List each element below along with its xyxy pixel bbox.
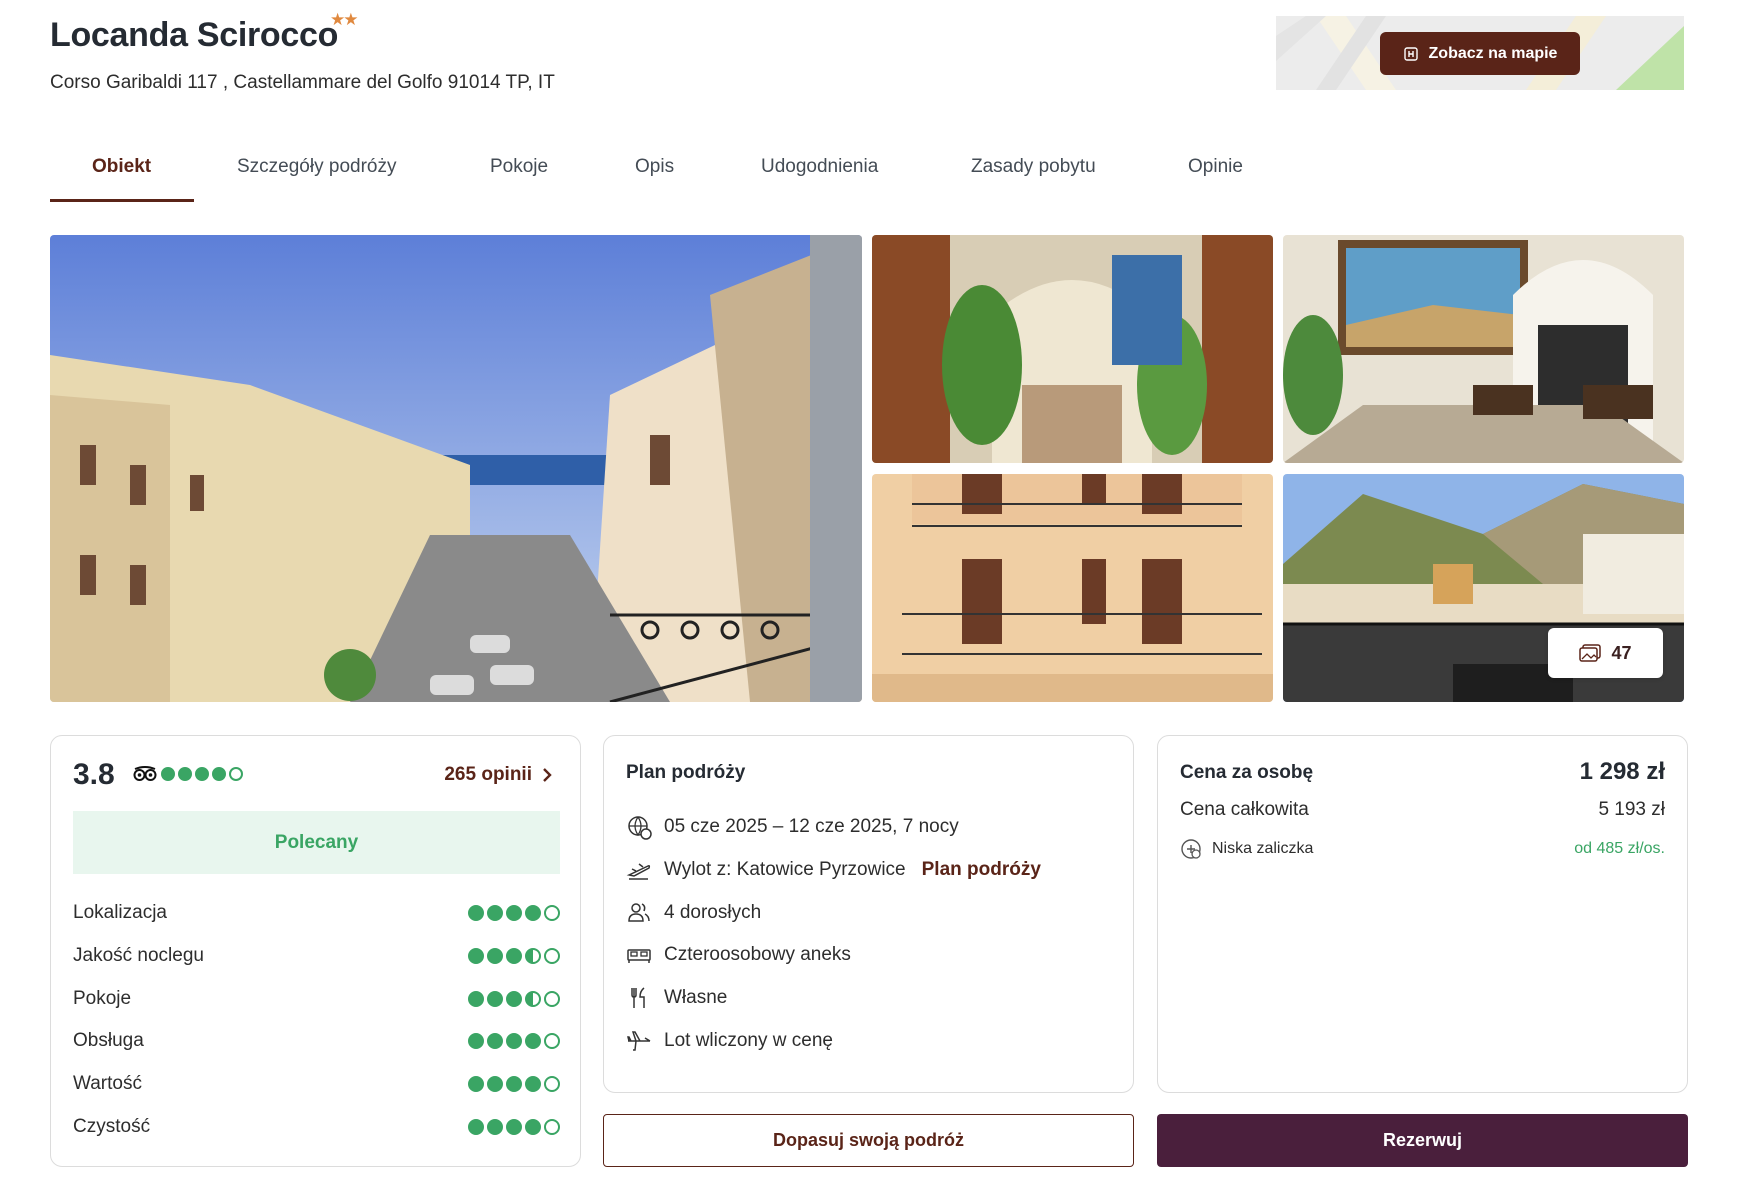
low-deposit-value: od 485 zł/os. xyxy=(1574,840,1665,857)
tab-zasady-pobytu[interactable]: Zasady pobytu xyxy=(971,156,1096,178)
book-button[interactable]: Rezerwuj xyxy=(1157,1114,1688,1167)
main-photo-street[interactable] xyxy=(50,235,862,702)
flight-included: Lot wliczony w cenę xyxy=(664,1030,833,1051)
hotel-address: Corso Garibaldi 117 , Castellammare del … xyxy=(50,72,555,93)
category-label: Czystość xyxy=(73,1116,151,1137)
board-type: Własne xyxy=(664,987,728,1008)
guests-count: 4 dorosłych xyxy=(664,902,762,923)
low-deposit-label: Niska zaliczka xyxy=(1212,840,1314,857)
price-per-person-label: Cena za osobę xyxy=(1180,762,1314,783)
rating-category: Jakość noclegu xyxy=(73,945,560,967)
trip-plan-title: Plan podróży xyxy=(626,762,746,783)
price-per-person-value: 1 298 zł xyxy=(1579,758,1665,785)
opinions-link[interactable]: 265 opinii xyxy=(444,764,552,786)
rating-category: Pokoje xyxy=(73,988,560,1010)
total-price-label: Cena całkowita xyxy=(1180,799,1309,820)
tab-opinie[interactable]: Opinie xyxy=(1188,156,1243,178)
room-row: Czteroosobowy aneks xyxy=(626,942,851,968)
chevron-right-icon xyxy=(543,768,552,782)
trip-plan-link[interactable]: Plan podróży xyxy=(922,859,1041,881)
calendar-globe-icon xyxy=(628,816,652,840)
star-rating-icon: ★★ xyxy=(330,10,359,29)
rating-bubble xyxy=(161,767,175,781)
rating-category: Wartość xyxy=(73,1073,560,1095)
section-tabs: Obiekt Szczegóły podróży Pokoje Opis Udo… xyxy=(50,140,1250,202)
active-tab-indicator xyxy=(50,199,194,202)
category-label: Wartość xyxy=(73,1073,142,1094)
trip-dates: 05 cze 2025 – 12 cze 2025, 7 nocy xyxy=(664,816,959,837)
rating-bubble xyxy=(178,767,192,781)
recommended-badge: Polecany xyxy=(73,811,560,874)
rating-category: Lokalizacja xyxy=(73,902,560,924)
room-type: Czteroosobowy aneks xyxy=(664,944,851,965)
users-icon xyxy=(628,903,650,922)
trip-plan-card: Plan podróży 05 cze 2025 – 12 cze 2025, … xyxy=(603,735,1134,1093)
category-label: Jakość noclegu xyxy=(73,945,204,966)
rating-bubble xyxy=(212,767,226,781)
tab-obiekt[interactable]: Obiekt xyxy=(92,156,151,178)
bed-icon xyxy=(627,949,651,963)
rating-category: Obsługa xyxy=(73,1030,560,1052)
tripadvisor-rating xyxy=(133,766,243,782)
rating-bubble xyxy=(229,767,243,781)
price-card: Cena za osobę 1 298 zł Cena całkowita 5 … xyxy=(1157,735,1688,1093)
category-label: Pokoje xyxy=(73,988,132,1009)
tripadvisor-bubbles xyxy=(161,767,243,781)
category-label: Obsługa xyxy=(73,1030,144,1051)
board-row: Własne xyxy=(626,985,727,1011)
gallery-count-value: 47 xyxy=(1611,642,1632,663)
trip-dates-row: 05 cze 2025 – 12 cze 2025, 7 nocy xyxy=(626,814,959,840)
tab-pokoje[interactable]: Pokoje xyxy=(490,156,548,178)
show-on-map-button[interactable]: Zobacz na mapie xyxy=(1380,32,1580,75)
customize-trip-button[interactable]: Dopasuj swoją podróż xyxy=(603,1114,1134,1167)
rating-card: 3.8 265 opinii Polecany Lokalizacja Jako… xyxy=(50,735,581,1167)
opinions-count: 265 opinii xyxy=(444,764,532,785)
departure-airport: Wylot z: Katowice Pyrzowice xyxy=(664,859,906,880)
tab-szczegoly-podrozy[interactable]: Szczegóły podróży xyxy=(237,156,396,178)
guests-row: 4 dorosłych xyxy=(626,900,761,926)
rating-bubble xyxy=(195,767,209,781)
tripadvisor-owl-icon xyxy=(133,766,157,781)
tab-opis[interactable]: Opis xyxy=(635,156,674,178)
hotel-icon xyxy=(1403,46,1418,61)
rating-category: Czystość xyxy=(73,1116,560,1138)
show-on-map-label: Zobacz na mapie xyxy=(1428,44,1558,62)
photo-building-facade[interactable] xyxy=(872,474,1273,702)
flight-row: Lot wliczony w cenę xyxy=(626,1028,833,1054)
deposit-icon xyxy=(1181,839,1201,859)
category-label: Lokalizacja xyxy=(73,902,167,923)
hotel-name: Locanda Scirocco xyxy=(50,16,339,54)
photo-lobby-hallway[interactable] xyxy=(1283,235,1684,463)
rating-score: 3.8 xyxy=(73,758,115,791)
plane-icon xyxy=(627,1031,651,1051)
photos-icon xyxy=(1579,644,1602,662)
plane-takeoff-icon xyxy=(626,863,651,880)
departure-row: Wylot z: Katowice Pyrzowice Plan podróży xyxy=(626,857,1041,883)
cutlery-icon xyxy=(631,987,645,1008)
gallery-count-button[interactable]: 47 xyxy=(1548,628,1663,678)
low-deposit-row: Niska zaliczka xyxy=(1180,838,1313,860)
tab-udogodnienia[interactable]: Udogodnienia xyxy=(761,156,878,178)
total-price-value: 5 193 zł xyxy=(1598,799,1665,820)
photo-courtyard-entrance[interactable] xyxy=(872,235,1273,463)
